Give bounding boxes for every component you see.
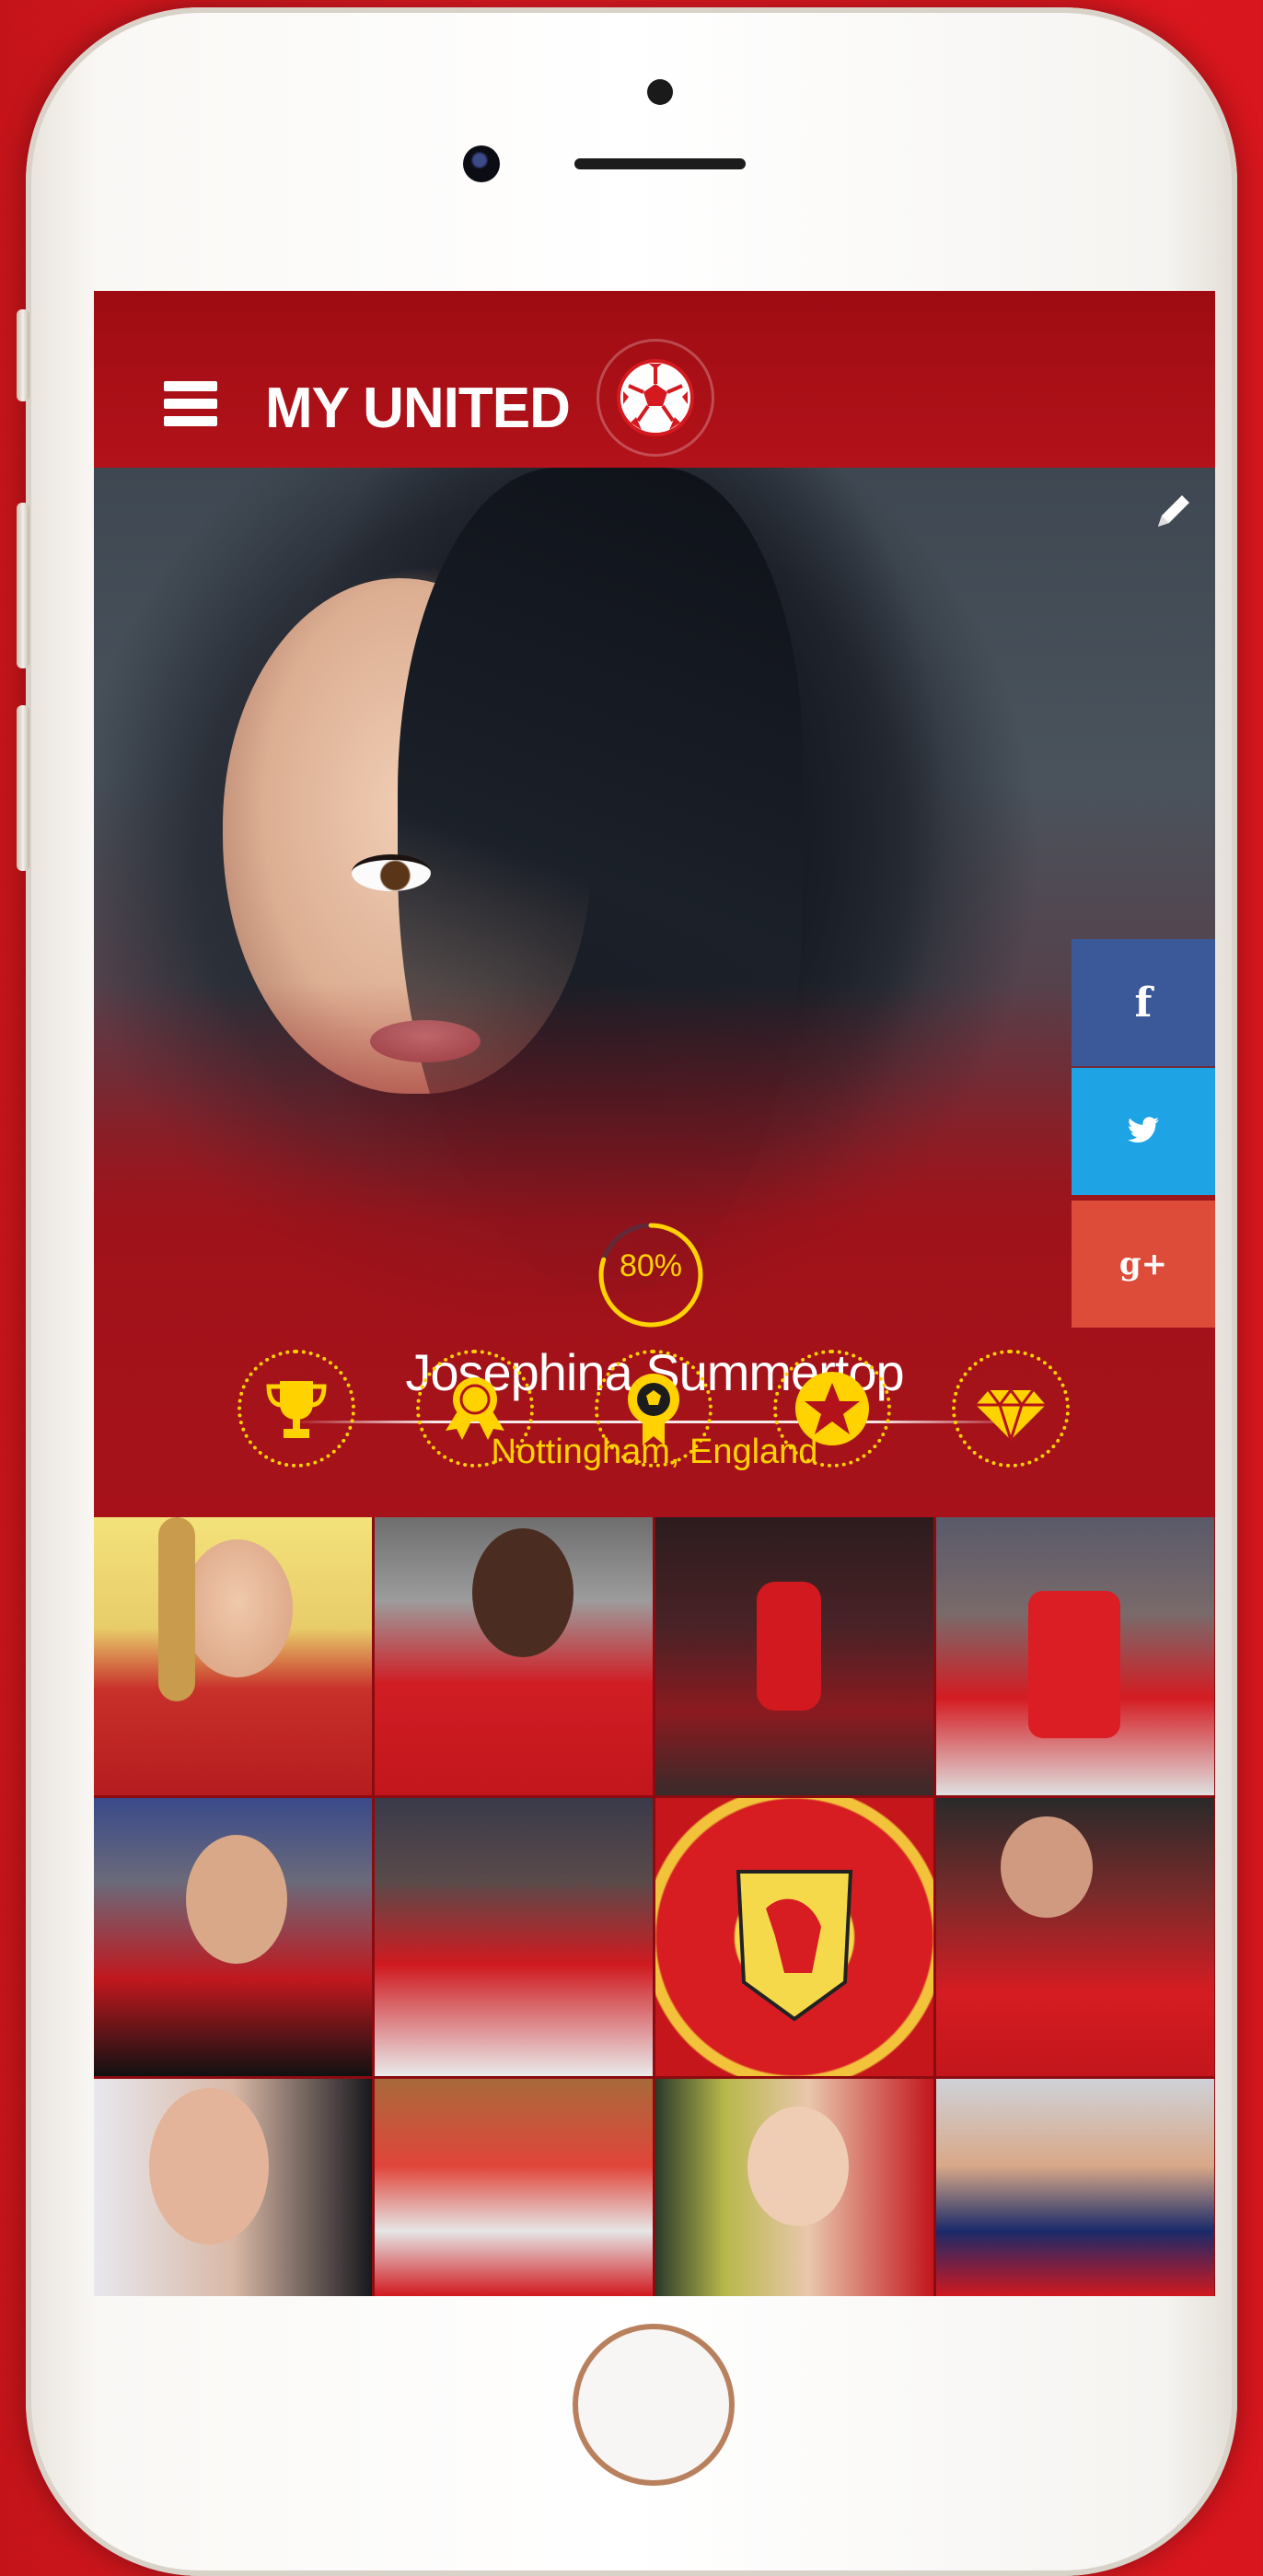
google-plus-icon: g+ bbox=[1118, 1246, 1168, 1282]
manchester-united-crest bbox=[736, 1870, 853, 2022]
football-logo-icon bbox=[597, 339, 714, 457]
gallery-photo[interactable] bbox=[94, 1798, 372, 2076]
twitter-icon bbox=[1127, 1111, 1159, 1152]
twitter-share-button[interactable] bbox=[1072, 1068, 1215, 1195]
star-badge-icon bbox=[795, 1372, 869, 1445]
gallery-photo[interactable] bbox=[94, 1517, 372, 1795]
volume-up-button bbox=[17, 503, 29, 668]
home-button[interactable] bbox=[573, 2324, 735, 2486]
gallery-photo[interactable] bbox=[375, 2079, 653, 2296]
star-badge[interactable] bbox=[773, 1350, 891, 1468]
earpiece-speaker bbox=[574, 158, 746, 169]
proximity-sensor bbox=[647, 79, 673, 105]
gallery-photo[interactable] bbox=[936, 1798, 1214, 2076]
gallery-photo[interactable] bbox=[936, 1517, 1214, 1795]
hamburger-menu-icon[interactable] bbox=[164, 381, 217, 427]
gallery-photo[interactable] bbox=[936, 2079, 1214, 2296]
google-plus-share-button[interactable]: g+ bbox=[1072, 1201, 1215, 1328]
achievement-badges bbox=[94, 1350, 1215, 1488]
football-medal-badge[interactable] bbox=[595, 1350, 713, 1468]
facebook-share-button[interactable]: f bbox=[1072, 939, 1215, 1066]
diamond-icon bbox=[976, 1387, 1046, 1445]
trophy-icon bbox=[266, 1381, 327, 1438]
football-medal-icon bbox=[628, 1374, 679, 1445]
trophy-badge[interactable] bbox=[238, 1350, 355, 1468]
ribbon-badge[interactable] bbox=[416, 1350, 534, 1468]
facebook-icon: f bbox=[1134, 979, 1153, 1027]
volume-down-button bbox=[17, 705, 29, 871]
gallery-photo[interactable] bbox=[94, 2079, 372, 2296]
edit-pencil-icon[interactable] bbox=[1153, 490, 1195, 532]
gallery-photo[interactable] bbox=[375, 1798, 653, 2076]
app-title: MY UNITED bbox=[265, 377, 571, 440]
profile-photo-eye bbox=[352, 854, 431, 891]
app-header: MY UNITED bbox=[94, 291, 1215, 468]
diamond-badge[interactable] bbox=[952, 1350, 1070, 1468]
profile-completion-label: 80% bbox=[619, 1248, 683, 1283]
mute-switch bbox=[17, 309, 29, 401]
gallery-photo[interactable] bbox=[655, 1798, 933, 2076]
front-camera bbox=[463, 145, 500, 182]
gallery-photo[interactable] bbox=[375, 1517, 653, 1795]
gallery-photo[interactable] bbox=[655, 1517, 933, 1795]
photo-gallery bbox=[94, 1517, 1215, 2296]
ribbon-medal-icon bbox=[446, 1377, 504, 1440]
app-screen: MY UNITED f g+ 80% Josephina Summertop N… bbox=[94, 291, 1215, 2296]
gallery-photo[interactable] bbox=[655, 2079, 933, 2296]
